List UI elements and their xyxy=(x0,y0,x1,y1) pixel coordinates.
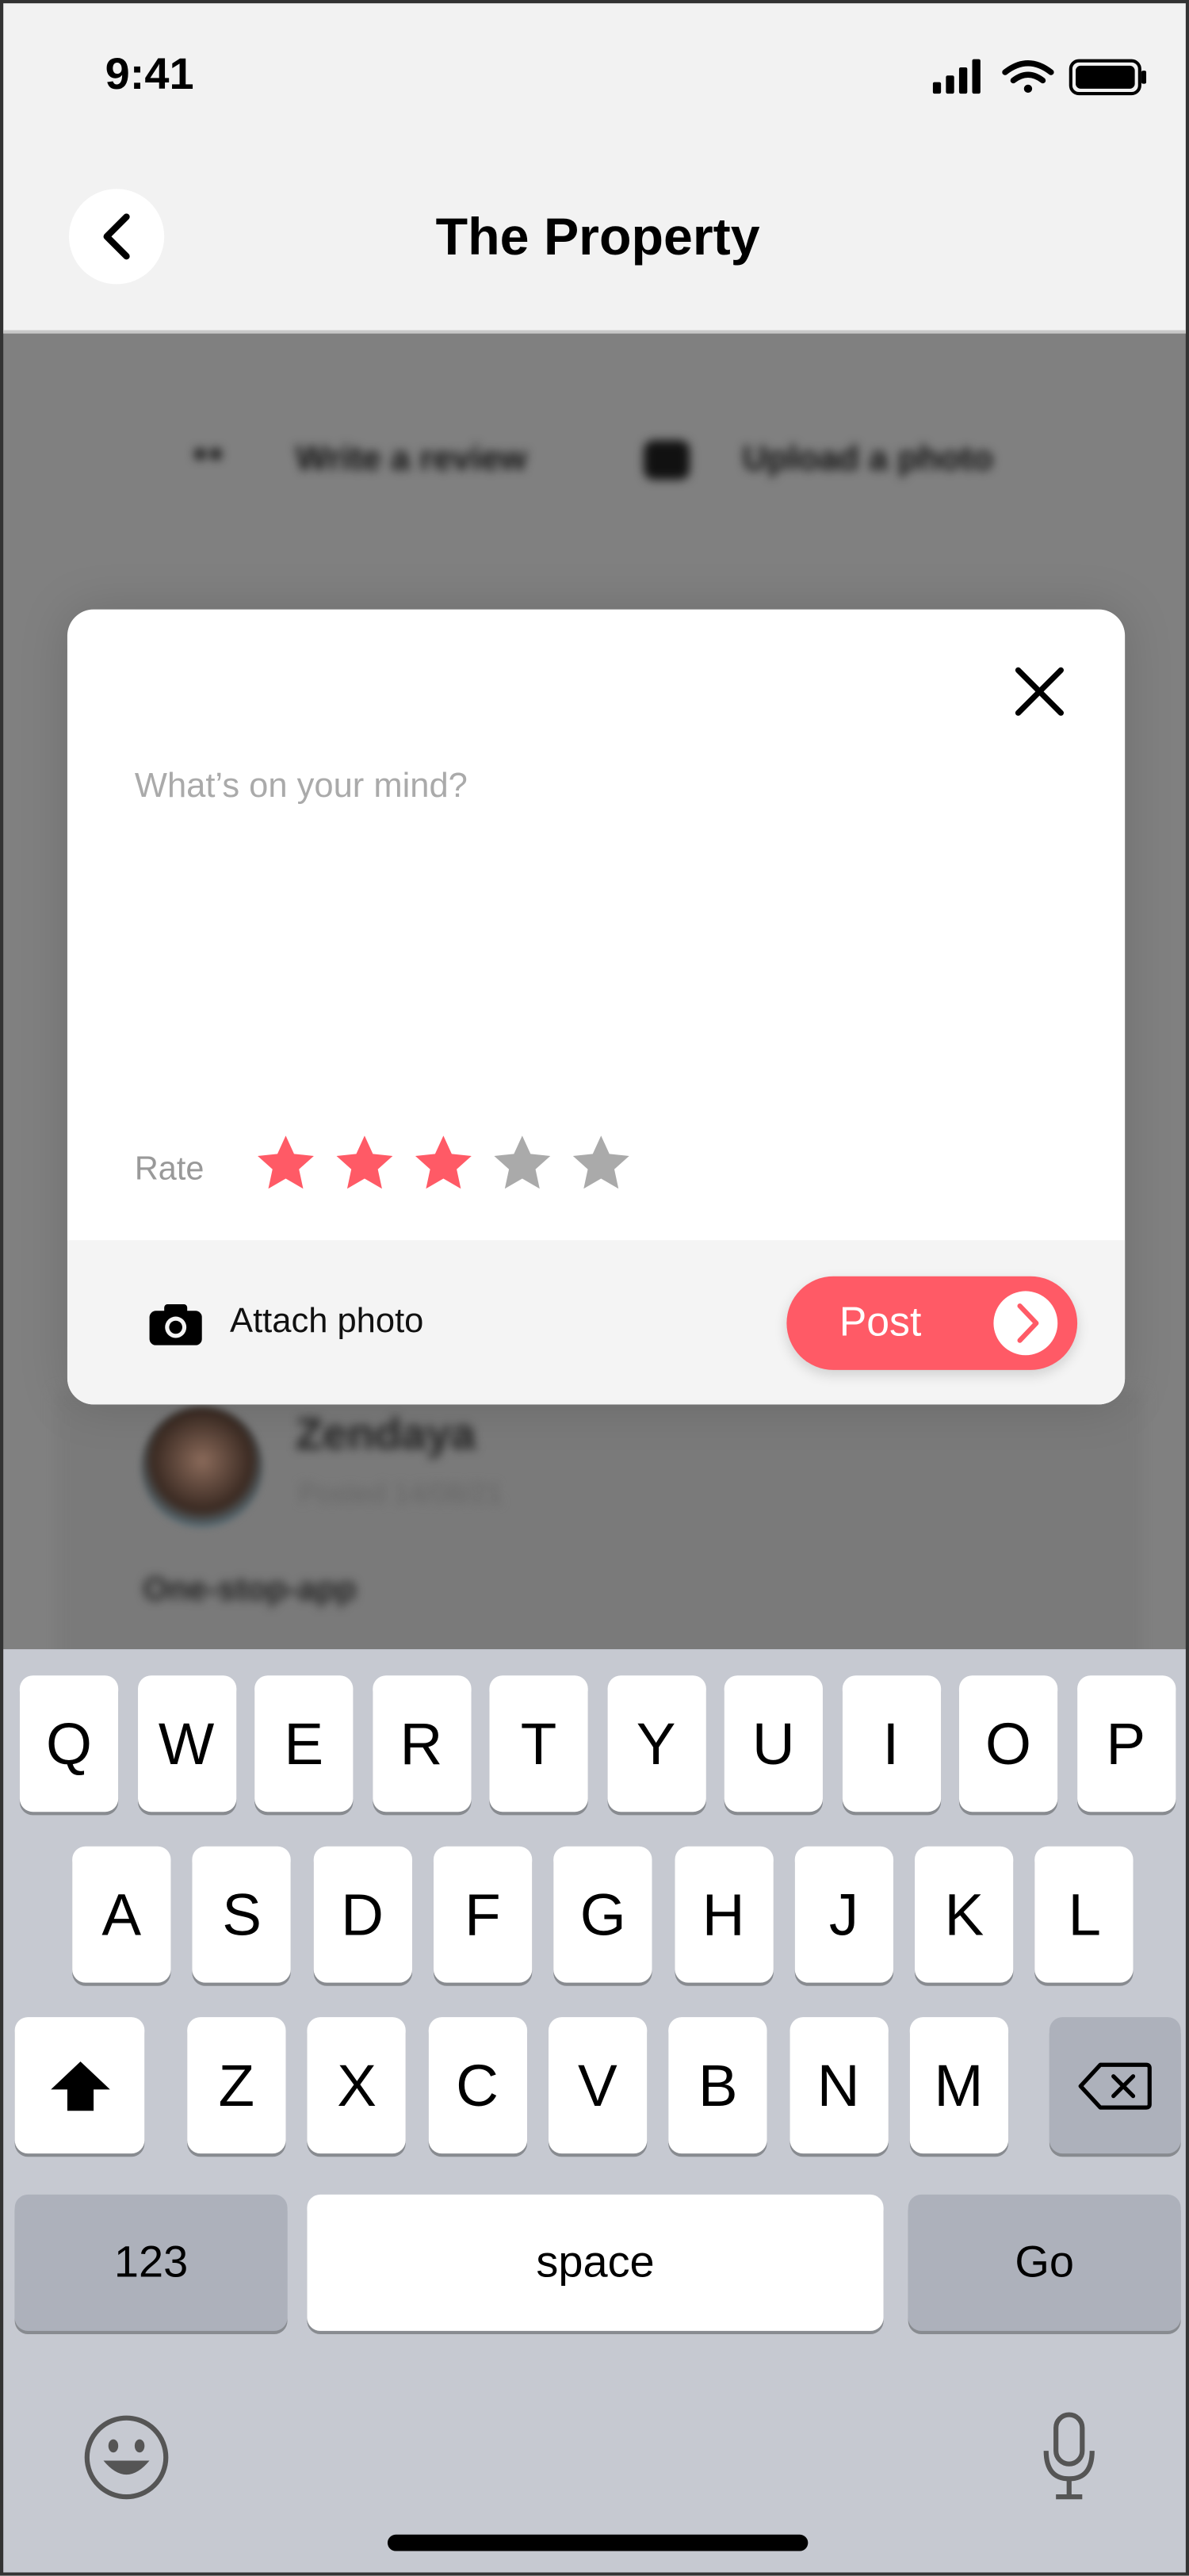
key-k[interactable]: K xyxy=(915,1846,1014,1983)
go-key[interactable]: Go xyxy=(908,2194,1181,2331)
battery-icon xyxy=(1069,59,1147,96)
shift-key[interactable] xyxy=(14,2017,145,2154)
backspace-icon xyxy=(1078,2061,1152,2109)
screen: 9:41 The Property ●● Write a review Uplo… xyxy=(0,0,1189,2576)
shift-icon xyxy=(50,2061,109,2111)
delete-key[interactable] xyxy=(1049,2017,1181,2154)
page-title: The Property xyxy=(435,207,760,266)
avatar xyxy=(141,1406,263,1528)
top-bar: 9:41 The Property xyxy=(3,3,1186,334)
star-empty-icon[interactable] xyxy=(570,1131,633,1194)
key-z[interactable]: Z xyxy=(187,2017,286,2154)
key-y[interactable]: Y xyxy=(606,1675,705,1812)
key-n[interactable]: N xyxy=(789,2017,888,2154)
status-time: 9:41 xyxy=(105,49,194,99)
key-c[interactable]: C xyxy=(427,2017,527,2154)
key-v[interactable]: V xyxy=(548,2017,648,2154)
status-icons xyxy=(932,59,1147,96)
star-empty-icon[interactable] xyxy=(491,1131,553,1194)
chevron-right-icon xyxy=(993,1291,1058,1356)
signal-icon xyxy=(932,59,981,94)
attach-photo-button[interactable] xyxy=(149,1303,202,1353)
post-label: Post xyxy=(839,1299,922,1345)
key-h[interactable]: H xyxy=(674,1846,773,1983)
star-filled-icon[interactable] xyxy=(412,1131,475,1194)
key-b[interactable]: B xyxy=(668,2017,767,2154)
emoji-icon[interactable] xyxy=(82,2413,171,2501)
quote-icon: ●● xyxy=(192,440,224,469)
keyboard: Q W E R T Y U I O P A S D F G H J K L Z X C V B N M 123 space Go xyxy=(3,1649,1186,2573)
write-review-button: Write a review xyxy=(295,440,527,478)
key-d[interactable]: D xyxy=(312,1846,412,1983)
home-indicator xyxy=(387,2534,809,2551)
key-q[interactable]: Q xyxy=(19,1675,119,1812)
key-j[interactable]: J xyxy=(794,1846,893,1983)
microphone-icon[interactable] xyxy=(1042,2411,1097,2503)
key-m[interactable]: M xyxy=(909,2017,1008,2154)
close-icon[interactable] xyxy=(1013,665,1065,718)
modal-footer: Attach photo Post xyxy=(67,1240,1126,1405)
camera-icon xyxy=(149,1304,202,1345)
key-a[interactable]: A xyxy=(72,1846,171,1983)
upload-photo-button: Upload a photo xyxy=(742,440,994,478)
key-w[interactable]: W xyxy=(136,1675,236,1812)
review-text: One-stop-app xyxy=(143,1571,357,1609)
camera-icon xyxy=(644,440,690,480)
wifi-icon xyxy=(1002,60,1054,94)
key-l[interactable]: L xyxy=(1035,1846,1134,1983)
key-r[interactable]: R xyxy=(372,1675,471,1812)
key-o[interactable]: O xyxy=(958,1675,1058,1812)
post-button[interactable]: Post xyxy=(786,1276,1078,1370)
key-p[interactable]: P xyxy=(1076,1675,1176,1812)
key-s[interactable]: S xyxy=(193,1846,292,1983)
key-i[interactable]: I xyxy=(841,1675,941,1812)
space-key[interactable]: space xyxy=(307,2194,884,2331)
review-author: Zendaya xyxy=(295,1409,476,1459)
review-text-input[interactable]: What’s on your mind? xyxy=(135,767,468,807)
star-filled-icon[interactable] xyxy=(254,1131,317,1194)
rate-label: Rate xyxy=(134,1151,205,1188)
key-u[interactable]: U xyxy=(724,1675,823,1812)
attach-photo-label[interactable]: Attach photo xyxy=(230,1303,423,1342)
star-filled-icon[interactable] xyxy=(334,1131,396,1194)
key-e[interactable]: E xyxy=(254,1675,354,1812)
key-x[interactable]: X xyxy=(308,2017,407,2154)
key-g[interactable]: G xyxy=(553,1846,652,1983)
key-f[interactable]: F xyxy=(433,1846,533,1983)
key-t[interactable]: T xyxy=(489,1675,588,1812)
review-date: Posted 14/08/21 xyxy=(299,1478,503,1510)
numbers-key[interactable]: 123 xyxy=(14,2194,288,2331)
review-modal: What’s on your mind? Rate Attach photo P… xyxy=(67,609,1126,1405)
